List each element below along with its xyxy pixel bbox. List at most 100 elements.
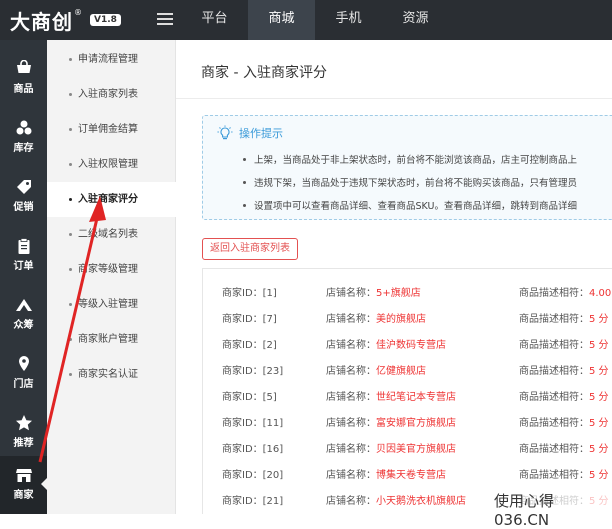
score-label: 商品描述相符： xyxy=(519,470,589,481)
cart-icon xyxy=(16,60,31,73)
top-nav-item-mall[interactable]: 商城 xyxy=(248,0,315,40)
sidebar-item-orders[interactable]: 订单 xyxy=(0,227,47,285)
sidebar-label: 众筹 xyxy=(13,320,34,331)
submenu-item-label: 二级域名列表 xyxy=(78,229,138,240)
score-label: 商品描述相符： xyxy=(519,444,589,455)
sidebar-label: 推荐 xyxy=(13,438,34,449)
submenu-item-accounts[interactable]: 商家账户管理 xyxy=(47,322,176,357)
score-value: 5 分 xyxy=(589,366,609,377)
tips-title: 操作提示 xyxy=(239,127,283,140)
score-label: 商品描述相符： xyxy=(519,418,589,429)
store-label: 店铺名称： xyxy=(326,288,376,299)
submenu-item-label: 入驻权限管理 xyxy=(78,159,138,170)
sidebar-item-recommend[interactable]: 推荐 xyxy=(0,404,47,462)
store-label: 店铺名称： xyxy=(326,314,376,325)
store-label: 店铺名称： xyxy=(326,418,376,429)
submenu: 申请流程管理 入驻商家列表 订单佣金结算 入驻权限管理 入驻商家评分 二级域名列… xyxy=(47,40,177,514)
store-name[interactable]: 贝因美官方旗舰店 xyxy=(376,444,456,455)
id-label: 商家ID： xyxy=(222,340,263,351)
score-label: 商品描述相符： xyxy=(519,366,589,377)
id-label: 商家ID： xyxy=(222,288,263,299)
logo[interactable]: 大商创 ® V1.8 xyxy=(10,6,121,34)
page-header: 商家 - 入驻商家评分 xyxy=(176,40,612,99)
store-label: 店铺名称： xyxy=(326,496,376,507)
tips-line: 设置项中可以查看商品详细、查看商品SKU。查看商品详细，跳转到商品详细 xyxy=(243,198,577,212)
submenu-item-real-name[interactable]: 商家实名认证 xyxy=(47,357,176,392)
store-name[interactable]: 富安娜官方旗舰店 xyxy=(376,418,456,429)
score-value: 5 分 xyxy=(589,418,609,429)
star-icon xyxy=(15,415,32,431)
id-label: 商家ID： xyxy=(222,314,263,325)
top-nav: 平台 商城 手机 资源 xyxy=(181,0,449,40)
top-nav-item-mobile[interactable]: 手机 xyxy=(315,0,382,40)
top-nav-item-resources[interactable]: 资源 xyxy=(382,0,449,40)
list-item: 商家ID：[2] 店铺名称：佳沪数码专营店 商品描述相符：5 分 xyxy=(203,333,612,359)
merchant-id: [5] xyxy=(262,392,277,403)
menu-toggle-icon[interactable] xyxy=(157,13,173,27)
store-name[interactable]: 亿健旗舰店 xyxy=(376,366,426,377)
score-value: 5 分 xyxy=(589,444,609,455)
store-name[interactable]: 小天鹅洗衣机旗舰店 xyxy=(376,496,466,507)
merchant-id: [7] xyxy=(262,314,277,325)
list-item: 商家ID：[5] 店铺名称：世纪笔记本专营店 商品描述相符：5 分 xyxy=(203,385,612,411)
store-label: 店铺名称： xyxy=(326,392,376,403)
sidebar-label: 商品 xyxy=(13,84,34,95)
submenu-item-subdomains[interactable]: 二级域名列表 xyxy=(47,217,176,252)
score-label: 商品描述相符： xyxy=(519,288,589,299)
merchant-id: [2] xyxy=(262,340,277,351)
sidebar-item-stock[interactable]: 库存 xyxy=(0,109,47,167)
merchant-score-list: 商家ID：[1] 店铺名称：5+旗舰店 商品描述相符：4.00 商家ID：[7]… xyxy=(202,268,612,514)
top-bar: 大商创 ® V1.8 平台 商城 手机 资源 xyxy=(0,0,612,40)
tips-line-text: 上架，当商品处于非上架状态时，前台将不能浏览该商品，店主可控制商品上 xyxy=(254,155,578,166)
list-item: 商家ID：[16] 店铺名称：贝因美官方旗舰店 商品描述相符：5 分 xyxy=(203,437,612,463)
submenu-item-label: 入驻商家列表 xyxy=(78,89,138,100)
sidebar-item-stores[interactable]: 门店 xyxy=(0,345,47,403)
store-label: 店铺名称： xyxy=(326,366,376,377)
submenu-item-commission[interactable]: 订单佣金结算 xyxy=(47,112,176,147)
version-badge: V1.8 xyxy=(90,14,121,26)
submenu-item-apply-process[interactable]: 申请流程管理 xyxy=(47,42,176,77)
sidebar-item-goods[interactable]: 商品 xyxy=(0,50,47,108)
submenu-item-label: 订单佣金结算 xyxy=(78,124,138,135)
submenu-item-label: 商家实名认证 xyxy=(78,369,138,380)
submenu-item-merchant-list[interactable]: 入驻商家列表 xyxy=(47,77,176,112)
submenu-item-grade-entry[interactable]: 等级入驻管理 xyxy=(47,287,176,322)
merchant-id: [16] xyxy=(262,444,284,455)
id-label: 商家ID： xyxy=(222,496,263,507)
id-label: 商家ID： xyxy=(222,392,263,403)
sidebar-label: 促销 xyxy=(13,202,34,213)
score-value: 5 分 xyxy=(589,314,609,325)
store-name[interactable]: 佳沪数码专营店 xyxy=(376,340,446,351)
submenu-item-merchant-score[interactable]: 入驻商家评分 xyxy=(47,182,177,217)
store-name[interactable]: 美的旗舰店 xyxy=(376,314,426,325)
merchant-id: [20] xyxy=(262,470,284,481)
main-content: 商家 - 入驻商家评分 操作提示 上架，当商品处于非上架状态时，前台将不能浏览该… xyxy=(176,40,612,514)
submenu-item-permissions[interactable]: 入驻权限管理 xyxy=(47,147,176,182)
sidebar-label: 订单 xyxy=(13,261,34,272)
lightbulb-icon xyxy=(217,125,233,140)
score-value: 5 分 xyxy=(589,470,609,481)
clipboard-icon xyxy=(18,238,29,254)
store-name[interactable]: 世纪笔记本专营店 xyxy=(376,392,456,403)
store-name[interactable]: 5+旗舰店 xyxy=(376,288,421,299)
id-label: 商家ID： xyxy=(222,418,263,429)
page-title: 商家 - 入驻商家评分 xyxy=(201,65,327,81)
back-to-merchant-list-button[interactable]: 返回入驻商家列表 xyxy=(202,238,298,260)
top-nav-item-platform[interactable]: 平台 xyxy=(181,0,248,40)
sidebar-item-promotion[interactable]: 促销 xyxy=(0,168,47,226)
store-name[interactable]: 博集天卷专营店 xyxy=(376,470,446,481)
crowdfund-icon xyxy=(15,299,32,311)
list-item: 商家ID：[11] 店铺名称：富安娜官方旗舰店 商品描述相符：5 分 xyxy=(203,411,612,437)
icon-sidebar: 商品 库存 促销 订单 众筹 门店 推荐 商家 xyxy=(0,40,47,514)
id-label: 商家ID： xyxy=(222,470,263,481)
list-item: 商家ID：[23] 店铺名称：亿健旗舰店 商品描述相符：5 分 xyxy=(203,359,612,385)
sidebar-item-crowdfunding[interactable]: 众筹 xyxy=(0,286,47,344)
sidebar-item-merchants[interactable]: 商家 xyxy=(0,456,47,514)
store-label: 店铺名称： xyxy=(326,340,376,351)
tips-line-text: 违规下架，当商品处于违规下架状态时，前台将不能购买该商品，只有管理员 xyxy=(254,178,578,189)
score-label: 商品描述相符： xyxy=(519,314,589,325)
merchant-id: [23] xyxy=(262,366,284,377)
submenu-item-grade-manage[interactable]: 商家等级管理 xyxy=(47,252,176,287)
list-item: 商家ID：[7] 店铺名称：美的旗舰店 商品描述相符：5 分 xyxy=(203,307,612,333)
merchant-id: [1] xyxy=(262,288,277,299)
